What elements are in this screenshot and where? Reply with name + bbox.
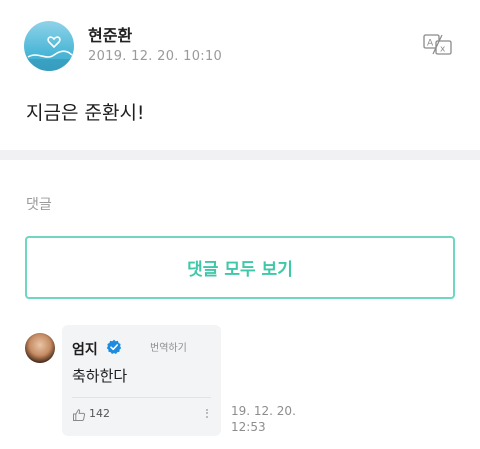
svg-text:x: x (440, 45, 446, 55)
view-all-comments-button[interactable]: 댓글 모두 보기 (25, 236, 455, 299)
verified-badge-icon (106, 339, 122, 355)
post-header: 현준환 2019. 12. 20. 10:10 A x (0, 0, 480, 88)
post-body-text: 지금은 준환시! (26, 102, 145, 124)
more-options-icon[interactable] (204, 407, 210, 421)
thumbs-up-icon[interactable] (72, 407, 86, 421)
comment-text: 축하한다 (72, 367, 128, 385)
comments-section-label: 댓글 (26, 197, 52, 213)
comment-time: 12:53 (231, 420, 266, 434)
section-divider (0, 150, 480, 160)
comment-author-name[interactable]: 엄지 (72, 339, 98, 359)
like-count: 142 (89, 407, 110, 420)
comment-date: 19. 12. 20. (231, 404, 296, 418)
svg-text:A: A (427, 39, 434, 49)
comment-divider (72, 397, 211, 398)
comment-bubble: 엄지 번역하기 축하한다 142 (62, 325, 221, 436)
comment-timestamp: 19. 12. 20. 12:53 (231, 403, 311, 435)
post-timestamp: 2019. 12. 20. 10:10 (88, 49, 223, 64)
avatar-heart-doodle (24, 36, 74, 71)
comment-translate-link[interactable]: 번역하기 (150, 339, 187, 354)
commenter-avatar[interactable] (25, 333, 55, 363)
author-avatar[interactable] (24, 21, 74, 71)
post-author-name[interactable]: 현준환 (88, 22, 132, 46)
translate-icon[interactable]: A x (420, 32, 456, 58)
